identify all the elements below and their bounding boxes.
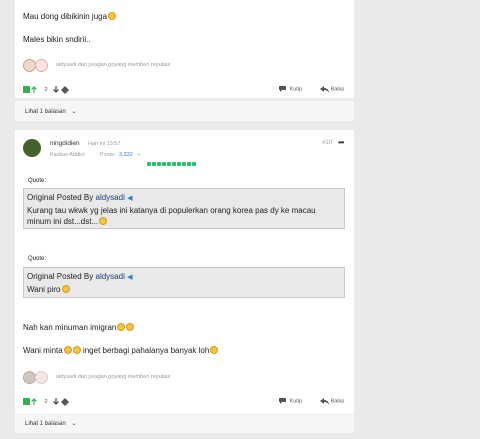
- reputation-text[interactable]: aldysadi dan juragan.goyang memberi repu…: [56, 62, 170, 68]
- emoji-icon: [63, 346, 72, 354]
- show-replies-bar[interactable]: Lihat 1 balasan ⌄: [15, 413, 354, 433]
- post-card-1: Mau dong dibikinin juga Males bikin sndi…: [15, 0, 354, 98]
- avatar[interactable]: [23, 139, 41, 157]
- reply-button[interactable]: Balas: [320, 397, 344, 405]
- chevron-down-icon: ⌄: [71, 109, 77, 115]
- post-card-2: ningdidien Hari ini 13:57 #10 ••• Kaskus…: [15, 130, 354, 413]
- quote-header: Original Posted By aldysadi ◀: [27, 193, 133, 202]
- username[interactable]: ningdidien: [50, 140, 80, 147]
- quote-label: Quote:: [28, 178, 47, 184]
- reactor-avatar[interactable]: [35, 59, 48, 72]
- upvote-arrow-icon[interactable]: [23, 85, 39, 94]
- show-replies-bar[interactable]: Lihat 1 balasan ⌄: [15, 101, 354, 121]
- quote-text: minum ini dst...dst...: [27, 217, 108, 226]
- reputation-text[interactable]: aldysadi dan juragan.goyang memberi repu…: [56, 374, 170, 380]
- vote-row: 2: [23, 85, 48, 94]
- reply-icon: [320, 398, 329, 405]
- emoji-icon: [61, 285, 70, 293]
- quote-author[interactable]: aldysadi: [96, 272, 125, 281]
- emoji-icon: [99, 217, 108, 225]
- quote-box: Original Posted By aldysadi ◀ Wani piro: [23, 267, 345, 298]
- chevron-down-icon: ⌄: [71, 421, 77, 427]
- emoji-icon: [126, 323, 135, 331]
- go-to-post-icon[interactable]: ◀: [127, 274, 132, 281]
- post-text-line: Mau dong dibikinin juga: [23, 12, 117, 21]
- quote-box: Original Posted By aldysadi ◀ Kurang tau…: [23, 188, 345, 229]
- reply-button[interactable]: Balas: [320, 85, 344, 93]
- user-rank: Kaskus Addict: [50, 152, 85, 158]
- quote-label: Quote:: [28, 256, 47, 262]
- emoji-icon: [72, 346, 81, 354]
- quote-text: Wani piro: [27, 285, 70, 294]
- post-text-line: Wani minta inget berbagi pahalanya banya…: [23, 346, 219, 355]
- downvote-arrow-icon[interactable]: [52, 85, 60, 94]
- posts-label: Posts:: [100, 152, 116, 158]
- quote-button[interactable]: Kutip: [279, 85, 302, 93]
- reputation-bar: [147, 153, 197, 171]
- downvote-arrow-icon[interactable]: [52, 397, 60, 406]
- post-text-line: Nah kan minuman imigran: [23, 323, 135, 332]
- post-time: Hari ini 13:57: [88, 141, 121, 147]
- posts-count[interactable]: 3,332: [119, 152, 133, 158]
- post-number[interactable]: #10: [322, 140, 332, 146]
- quote-author[interactable]: aldysadi: [96, 193, 125, 202]
- reactor-avatar[interactable]: [35, 371, 48, 384]
- show-replies-link[interactable]: Lihat 1 balasan ⌄: [25, 420, 76, 427]
- vote-row: 2: [23, 397, 48, 406]
- go-to-post-icon[interactable]: ◀: [127, 195, 132, 202]
- show-replies-link[interactable]: Lihat 1 balasan ⌄: [25, 108, 76, 115]
- gift-icon[interactable]: [60, 85, 70, 94]
- gift-icon[interactable]: [60, 397, 70, 406]
- quote-icon: [279, 86, 286, 92]
- vote-count: 2: [44, 398, 48, 405]
- more-dots-icon[interactable]: •••: [338, 138, 344, 147]
- reply-icon: [320, 86, 329, 93]
- quote-icon: [279, 398, 286, 404]
- upvote-arrow-icon[interactable]: [23, 397, 39, 406]
- quote-header: Original Posted By aldysadi ◀: [27, 272, 133, 281]
- post-text-line: Males bikin sndirii..: [23, 35, 91, 44]
- quote-text: Kurang tau wkwk yg jelas ini katanya di …: [27, 206, 316, 215]
- emoji-icon: [210, 346, 219, 354]
- emoji-icon: [108, 12, 117, 20]
- quote-button[interactable]: Kutip: [279, 397, 302, 405]
- emoji-icon: [117, 323, 126, 331]
- separator-dot: •: [138, 152, 140, 158]
- vote-count: 2: [44, 86, 48, 93]
